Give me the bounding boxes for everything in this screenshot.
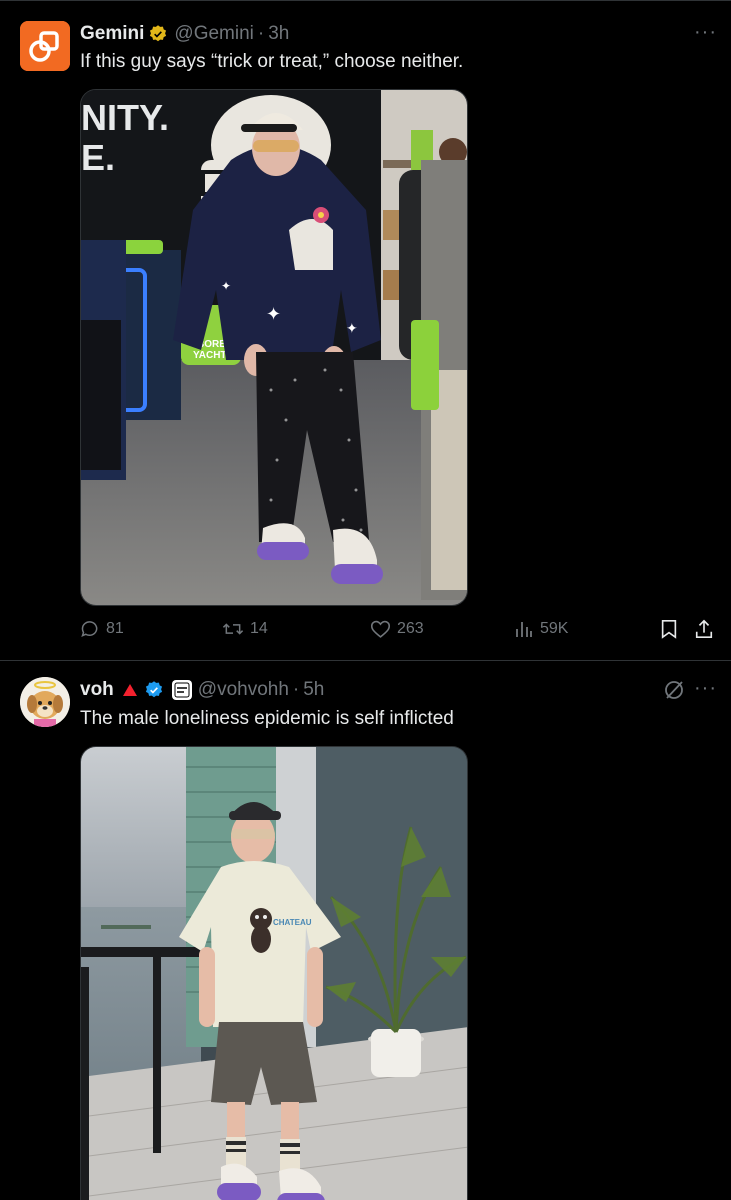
repost-button[interactable]: 14 bbox=[222, 619, 268, 639]
tweet-text: If this guy says “trick or treat,” choos… bbox=[80, 51, 464, 72]
bookmark-button[interactable] bbox=[660, 619, 678, 639]
reply-button[interactable]: 81 bbox=[80, 619, 124, 639]
gold-verified-badge-icon[interactable] bbox=[148, 24, 168, 44]
views-button[interactable]: 59K bbox=[514, 619, 568, 639]
repost-icon bbox=[222, 623, 244, 635]
svg-text:✦: ✦ bbox=[346, 320, 358, 336]
tweet-voh[interactable]: voh @vohvohh · 5h ··· The male lonelines… bbox=[0, 660, 731, 1200]
author-handle[interactable]: @vohvohh bbox=[198, 679, 289, 701]
timestamp[interactable]: 5h bbox=[303, 679, 324, 701]
tweet-text: The male loneliness epidemic is self inf… bbox=[80, 708, 454, 729]
author-handle[interactable]: @Gemini bbox=[174, 23, 253, 45]
reply-count: 81 bbox=[106, 620, 124, 637]
svg-text:✦: ✦ bbox=[221, 279, 231, 293]
tweet-image[interactable]: CHATEAU bbox=[80, 746, 468, 1200]
gemini-logo-icon bbox=[20, 21, 70, 71]
bookmark-icon bbox=[661, 620, 677, 639]
author-name[interactable]: Gemini bbox=[80, 23, 144, 45]
like-button[interactable]: 263 bbox=[370, 619, 424, 639]
blue-verified-badge-icon[interactable] bbox=[144, 680, 164, 700]
photo-man-hoodie: NITY. E. BORED YACHT C ✦ ✦ ✦ bbox=[81, 90, 467, 605]
tweet-image[interactable]: NITY. E. BORED YACHT C ✦ ✦ ✦ bbox=[80, 89, 468, 606]
like-count: 263 bbox=[397, 620, 424, 637]
sign-text-2: E. bbox=[81, 137, 115, 178]
tweet-header: voh @vohvohh · 5h bbox=[80, 679, 324, 701]
sign-text-1: NITY. bbox=[81, 97, 169, 138]
views-count: 59K bbox=[540, 620, 569, 637]
share-button[interactable] bbox=[694, 619, 714, 639]
red-triangle-icon bbox=[122, 683, 138, 697]
separator-dot: · bbox=[292, 679, 300, 700]
separator-dot: · bbox=[257, 23, 265, 44]
voh-avatar[interactable] bbox=[20, 677, 70, 727]
gemini-avatar[interactable] bbox=[20, 21, 70, 71]
more-icon[interactable]: ··· bbox=[694, 677, 717, 700]
views-icon bbox=[516, 622, 532, 637]
timestamp[interactable]: 3h bbox=[268, 23, 289, 45]
reply-icon bbox=[81, 621, 98, 637]
share-icon bbox=[695, 619, 713, 638]
more-icon[interactable]: ··· bbox=[694, 21, 717, 44]
tweet-gemini[interactable]: Gemini @Gemini · 3h ··· If this guy says… bbox=[0, 0, 731, 660]
shirt-text: CHATEAU bbox=[273, 918, 312, 927]
like-icon bbox=[370, 620, 391, 638]
affiliate-badge-icon[interactable] bbox=[171, 680, 192, 700]
tweet-actions: 81 14 263 59K bbox=[80, 619, 719, 649]
grok-icon[interactable] bbox=[663, 679, 685, 706]
tweet-header: Gemini @Gemini · 3h bbox=[80, 23, 289, 45]
author-name[interactable]: voh bbox=[80, 679, 114, 701]
photo-man-balcony: CHATEAU bbox=[81, 747, 467, 1200]
repost-count: 14 bbox=[250, 620, 268, 637]
dog-avatar-icon bbox=[20, 677, 70, 727]
svg-text:✦: ✦ bbox=[266, 304, 281, 324]
